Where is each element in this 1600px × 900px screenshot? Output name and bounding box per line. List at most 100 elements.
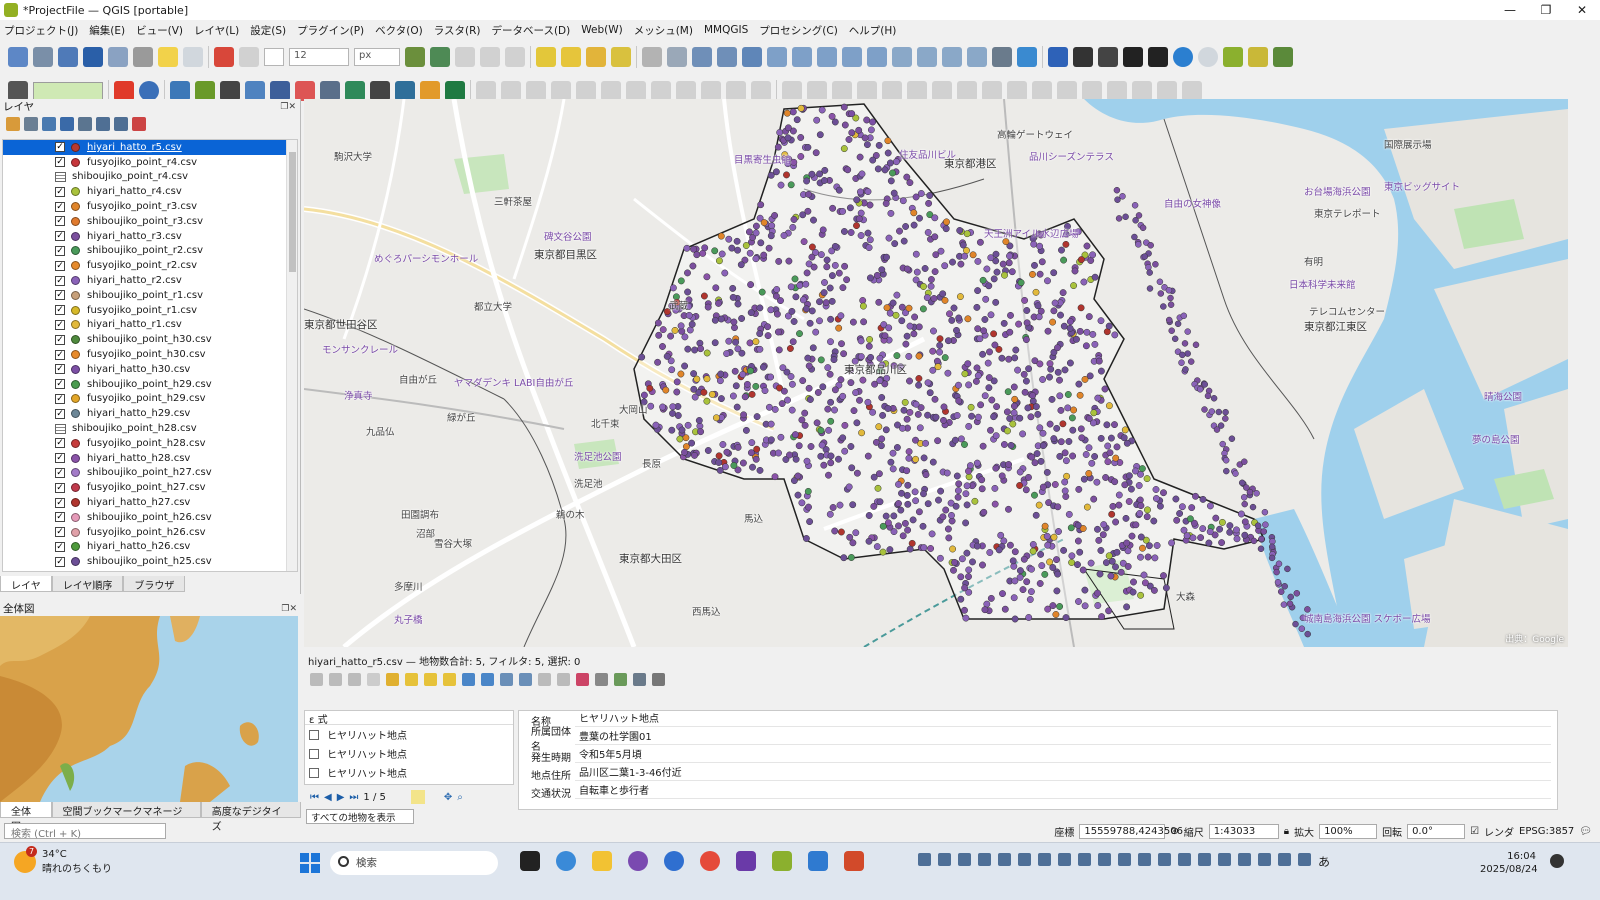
add-point-icon[interactable] — [551, 81, 571, 101]
incident-point[interactable] — [673, 378, 681, 386]
pencil-icon[interactable] — [476, 81, 496, 101]
incident-point[interactable] — [1066, 324, 1074, 332]
incident-point[interactable] — [673, 388, 681, 396]
incident-point[interactable] — [747, 367, 754, 375]
incident-point[interactable] — [758, 288, 766, 296]
incident-point[interactable] — [827, 417, 835, 425]
incident-point[interactable] — [1253, 490, 1260, 497]
incident-point[interactable] — [728, 244, 736, 252]
zoom-selection-icon[interactable] — [767, 47, 787, 67]
incident-point[interactable] — [981, 606, 989, 614]
incident-point[interactable] — [831, 386, 839, 394]
incident-point[interactable] — [1022, 486, 1030, 494]
github-desktop-icon[interactable] — [628, 851, 648, 871]
incident-point[interactable] — [845, 483, 853, 491]
digitize-adv-14-icon[interactable] — [1107, 81, 1127, 101]
incident-point[interactable] — [910, 209, 918, 217]
tray-icon[interactable] — [1118, 853, 1131, 866]
incident-point[interactable] — [1222, 408, 1229, 416]
incident-point[interactable] — [1129, 588, 1137, 596]
tray-icon[interactable] — [1078, 853, 1091, 866]
incident-point[interactable] — [973, 542, 981, 550]
incident-point[interactable] — [864, 229, 872, 237]
incident-point[interactable] — [723, 350, 731, 358]
layer-visibility-checkbox[interactable]: ✓ — [55, 305, 65, 316]
incident-point[interactable] — [703, 375, 711, 383]
menu-mesh[interactable]: メッシュ(M) — [634, 23, 693, 38]
incident-point[interactable] — [916, 424, 924, 432]
incident-point[interactable] — [904, 500, 912, 508]
incident-point[interactable] — [654, 319, 662, 327]
feature-list-item[interactable]: ヒヤリハット地点 — [305, 725, 513, 744]
incident-point[interactable] — [937, 487, 945, 495]
incident-point[interactable] — [979, 442, 987, 450]
incident-point[interactable] — [1241, 518, 1249, 526]
incident-point[interactable] — [823, 256, 831, 264]
incident-point[interactable] — [949, 545, 957, 553]
incident-point[interactable] — [1097, 547, 1105, 554]
layer-visibility-checkbox[interactable]: ✓ — [55, 482, 65, 493]
topology-icon[interactable] — [430, 47, 450, 67]
incident-point[interactable] — [1137, 553, 1144, 561]
new-field-icon[interactable] — [538, 672, 551, 686]
incident-point[interactable] — [808, 243, 816, 251]
pan-map-icon[interactable] — [500, 672, 513, 686]
incident-point[interactable] — [839, 207, 847, 215]
incident-point[interactable] — [865, 244, 873, 252]
menu-view[interactable]: ビュー(V) — [136, 23, 183, 38]
incident-point[interactable] — [929, 458, 937, 466]
incident-point[interactable] — [1152, 261, 1159, 268]
layer-visibility-checkbox[interactable]: ✓ — [55, 467, 65, 478]
incident-point[interactable] — [780, 232, 788, 239]
incident-point[interactable] — [939, 290, 947, 298]
screenshot-icon[interactable] — [1098, 47, 1118, 67]
incident-point[interactable] — [866, 201, 874, 209]
incident-point[interactable] — [1199, 495, 1207, 503]
map-canvas[interactable]: 駒沢大学 三軒茶屋 碑文谷公園 東京都目黒区 東京都世田谷区 都立大学 めぐろパーシモンホー… — [304, 99, 1568, 647]
incident-point[interactable] — [1241, 531, 1249, 539]
incident-point[interactable] — [1137, 533, 1145, 541]
incident-point[interactable] — [813, 419, 821, 427]
rotation-input[interactable]: 0.0° — [1407, 823, 1466, 839]
app-icon[interactable] — [736, 851, 756, 871]
incident-point[interactable] — [856, 188, 864, 196]
incident-point[interactable] — [1249, 503, 1257, 511]
select-all-icon[interactable] — [405, 672, 418, 686]
incident-point[interactable] — [718, 250, 726, 258]
incident-point[interactable] — [1046, 360, 1054, 368]
menu-processing[interactable]: プロセシング(C) — [759, 23, 838, 38]
menu-help[interactable]: ヘルプ(H) — [849, 23, 897, 38]
incident-point[interactable] — [961, 606, 968, 614]
incident-point[interactable] — [836, 501, 844, 509]
incident-point[interactable] — [835, 269, 843, 277]
incident-point[interactable] — [869, 156, 877, 164]
incident-point[interactable] — [1012, 346, 1020, 354]
incident-point[interactable] — [1031, 261, 1038, 269]
notification-icon[interactable] — [1550, 854, 1564, 868]
incident-point[interactable] — [805, 190, 813, 198]
maximize-button[interactable]: ❐ — [1528, 3, 1564, 17]
incident-point[interactable] — [915, 375, 923, 382]
incident-point[interactable] — [911, 313, 919, 321]
incident-point[interactable] — [752, 338, 760, 346]
incident-point[interactable] — [955, 480, 963, 488]
incident-point[interactable] — [708, 390, 716, 398]
tray-icon[interactable] — [1038, 853, 1051, 866]
incident-point[interactable] — [775, 257, 783, 265]
incident-point[interactable] — [703, 349, 711, 357]
incident-point[interactable] — [1111, 478, 1119, 486]
incident-point[interactable] — [1010, 594, 1018, 602]
delete-field-icon[interactable] — [557, 672, 570, 686]
incident-point[interactable] — [772, 292, 780, 300]
incident-point[interactable] — [734, 246, 742, 254]
incident-point[interactable] — [1054, 503, 1062, 511]
incident-point[interactable] — [683, 244, 691, 252]
incident-point[interactable] — [852, 389, 860, 397]
layer-row[interactable]: ✓ shiboujiko_point_h27.csv — [3, 466, 297, 481]
incident-point[interactable] — [1223, 467, 1230, 475]
incident-point[interactable] — [1124, 563, 1132, 570]
incident-point[interactable] — [818, 106, 826, 114]
incident-point[interactable] — [1056, 376, 1063, 384]
incident-point[interactable] — [1144, 553, 1152, 561]
first-feature-icon[interactable]: ⏮ — [310, 792, 319, 803]
